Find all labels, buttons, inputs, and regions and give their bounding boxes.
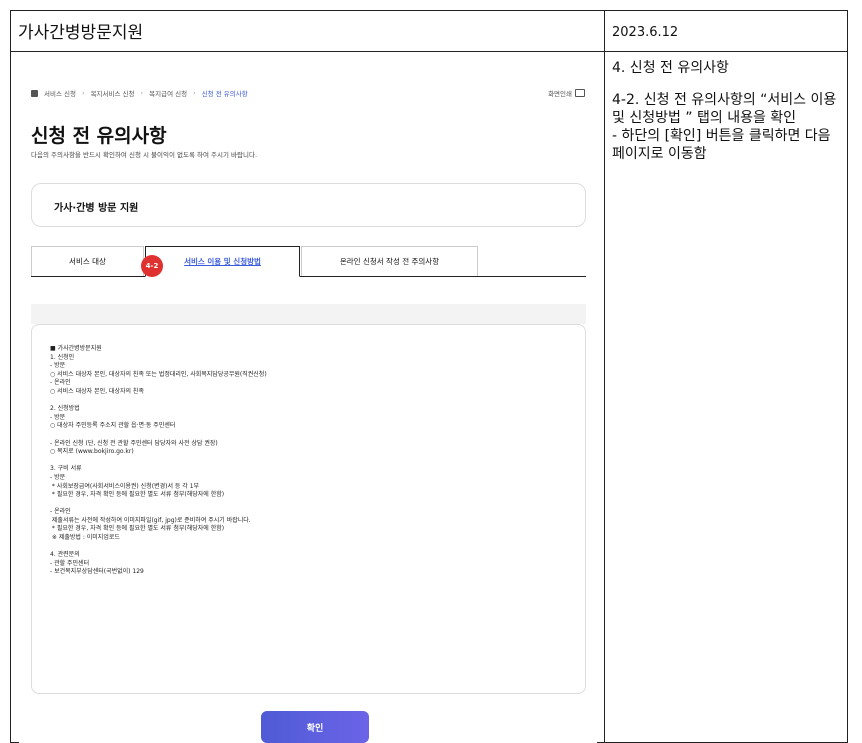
document-frame: 가사간병방문지원 2023.6.12 4. 신청 전 유의사항 4-2. 신청 …: [10, 10, 848, 743]
tab-usage-and-application[interactable]: 서비스 이용 및 신청방법: [145, 246, 300, 277]
content-line: ○ 복지로 (www.bokjiro.go.kr): [50, 448, 134, 456]
content-line: - 온라인: [50, 379, 71, 387]
chevron-right-icon: ›: [81, 89, 85, 97]
column-divider: [604, 11, 605, 742]
content-line: ○ 서비스 대상자 본인, 대상자의 친족 또는 법정대리인, 사회복지담당공무…: [50, 370, 267, 378]
tab-content-panel: ■ 가사간병방문지원 1. 신청인 - 방문 ○ 서비스 대상자 본인, 대상자의 친…: [31, 324, 586, 694]
tab-label: 온라인 신청서 작성 전 주의사항: [339, 257, 440, 266]
breadcrumb-item[interactable]: 복지급여 신청: [149, 88, 187, 98]
content-line: * 필요한 경우, 자격 확인 등에 필요한 별도 서류 첨부(해당자에 한함): [50, 491, 225, 499]
content-line: - 온라인 신청 (단, 신청 전 관할 주민센터 담당자와 사전 상담 권장): [50, 439, 218, 447]
service-name: 가사·간병 방문 지원: [54, 203, 139, 214]
step-badge: 4-2: [141, 255, 163, 277]
breadcrumb: 서비스 신청 › 복지서비스 신청 › 복지급여 신청 › 신청 전 유의사항: [31, 88, 248, 98]
chevron-right-icon: ›: [140, 89, 144, 97]
content-line: ※ 제출방법 : 이미지업로드: [50, 534, 120, 542]
description-panel: 4. 신청 전 유의사항 4-2. 신청 전 유의사항의 “서비스 이용 및 신…: [612, 59, 842, 177]
header-divider: [11, 51, 847, 52]
breadcrumb-item[interactable]: 서비스 신청: [44, 88, 76, 98]
screenshot-panel: 서비스 신청 › 복지서비스 신청 › 복지급여 신청 › 신청 전 유의사항 …: [19, 63, 597, 743]
content-header-band: [31, 304, 586, 324]
content-line: - 보건복지부상담센터(국번없이) 129: [50, 568, 144, 576]
service-box: 가사·간병 방문 지원: [31, 183, 586, 227]
content-line: 1. 신청인: [50, 353, 75, 361]
content-line: [50, 500, 267, 509]
note-heading: 4. 신청 전 유의사항: [612, 60, 729, 76]
content-line: [50, 457, 267, 466]
content-line: [50, 431, 267, 440]
content-text: ■ 가사간병방문지원 1. 신청인 - 방문 ○ 서비스 대상자 본인, 대상자의 친…: [50, 345, 267, 577]
tab-bar: 서비스 대상 서비스 이용 및 신청방법 온라인 신청서 작성 전 주의사항: [31, 246, 586, 277]
content-line: ○ 대상자 주민등록 주소지 관할 읍·면·동 주민센터: [50, 422, 176, 430]
page-title: 신청 전 유의사항: [31, 125, 167, 147]
breadcrumb-item[interactable]: 복지서비스 신청: [91, 88, 135, 98]
content-line: - 방문: [50, 362, 66, 370]
content-line: * 사회보장급여(사회서비스이용권) 신청(변경)서 등 각 1부: [50, 482, 200, 490]
tab-online-precautions[interactable]: 온라인 신청서 작성 전 주의사항: [301, 246, 478, 276]
content-line: - 방문: [50, 473, 66, 481]
breadcrumb-current: 신청 전 유의사항: [201, 90, 248, 98]
doc-title: 가사간병방문지원: [18, 23, 144, 43]
note-body: 4-2. 신청 전 유의사항의 “서비스 이용 및 신청방법 ” 탭의 내용을 …: [612, 92, 837, 162]
print-button[interactable]: 화면인쇄: [548, 88, 585, 98]
print-label: 화면인쇄: [548, 90, 572, 98]
home-icon[interactable]: [31, 89, 38, 97]
content-line: [50, 543, 267, 552]
chevron-right-icon: ›: [193, 89, 196, 97]
tab-label: 서비스 대상: [69, 257, 106, 266]
content-line: 4. 관련문의: [50, 551, 80, 559]
content-line: * 필요한 경우, 자격 확인 등에 필요한 별도 서류 첨부(해당자에 한함): [50, 525, 225, 533]
content-line: ■ 가사간병방문지원: [50, 345, 102, 352]
confirm-button[interactable]: 확인: [261, 711, 369, 743]
page-description: 다음의 주의사항을 반드시 확인하여 신청 시 불이익이 없도록 하여 주시기 …: [31, 151, 258, 159]
printer-icon: [575, 89, 585, 97]
content-line: [50, 397, 267, 406]
content-line: 2. 신청방법: [50, 405, 80, 413]
tab-label: 서비스 이용 및 신청방법: [184, 257, 261, 266]
doc-date: 2023.6.12: [612, 25, 679, 40]
content-line: ○ 서비스 대상자 본인, 대상자의 친족: [50, 387, 144, 395]
tab-service-target[interactable]: 서비스 대상: [31, 246, 144, 276]
content-line: 3. 구비 서류: [50, 465, 82, 473]
content-line: - 온라인: [50, 508, 71, 516]
